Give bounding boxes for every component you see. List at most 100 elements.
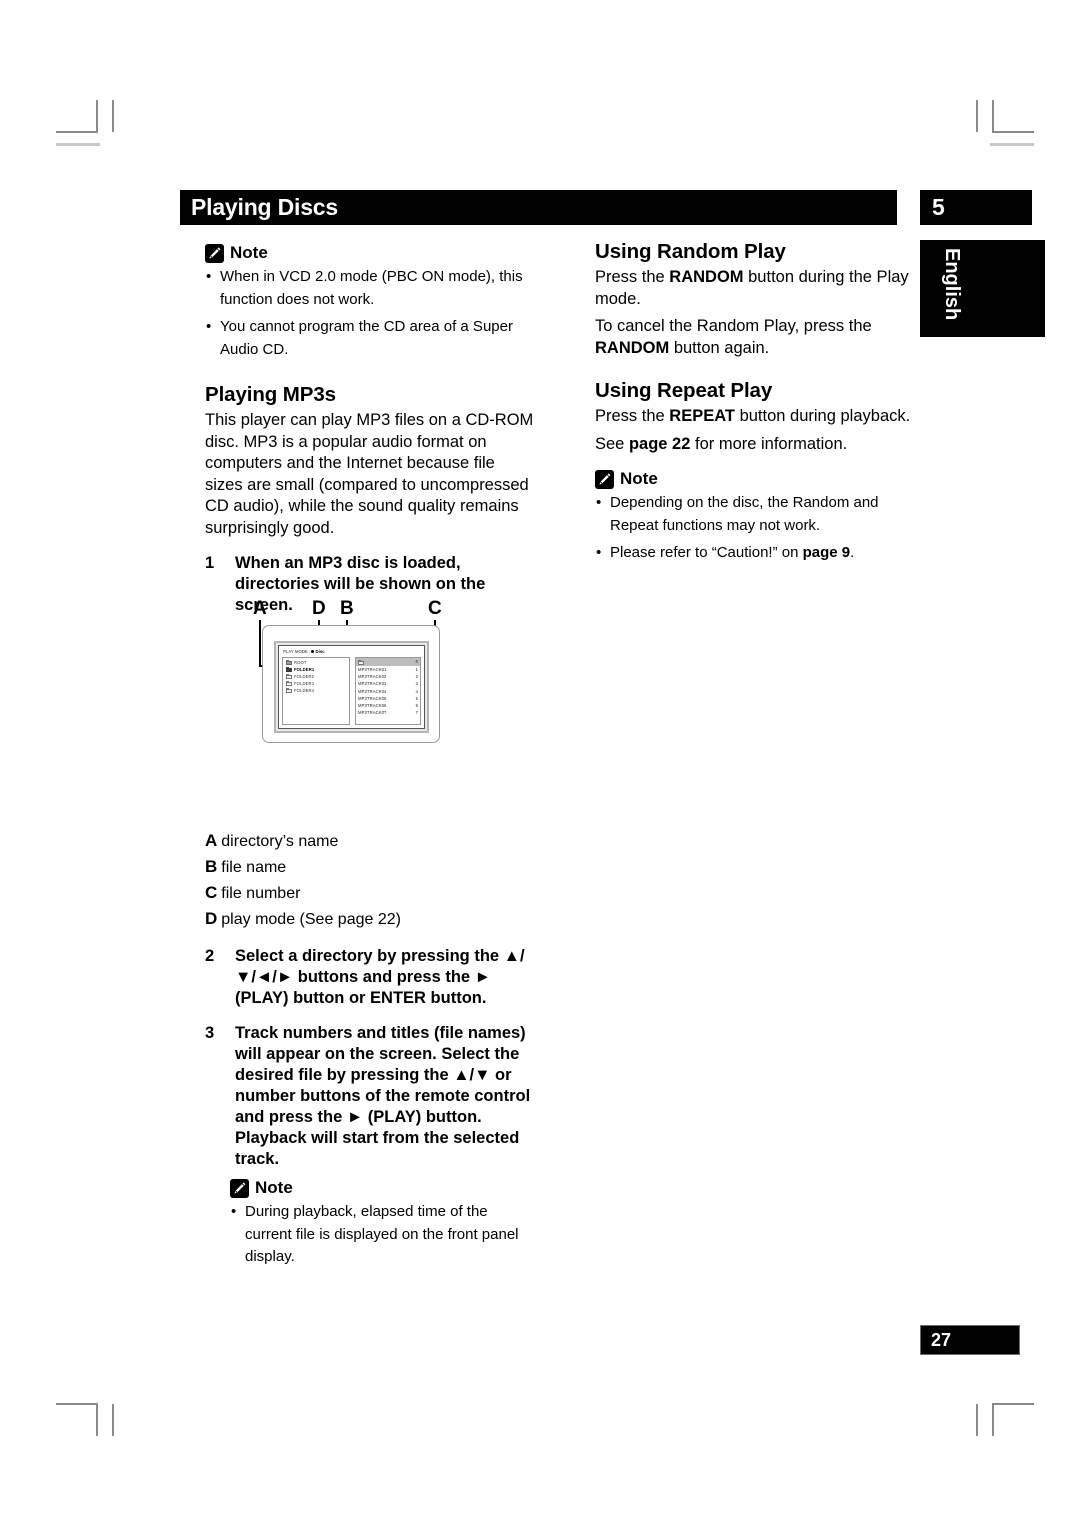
file-pane[interactable]: 0 MP3TRACK01 1 MP3TRACK02 2 MP3TRACK03 3	[355, 657, 421, 725]
legend-item-b: Bfile name	[205, 854, 535, 880]
legend-item-a: Adirectory’s name	[205, 828, 535, 854]
note-item: Depending on the disc, the Random and Re…	[595, 492, 925, 537]
step-number: 1	[205, 554, 215, 572]
page-reference: page 22	[628, 434, 691, 453]
legend-text: directory’s name	[221, 833, 339, 850]
directory-pane[interactable]: ROOT FOLDER1 FOLDER2 FOLDER3 FOLDER4	[282, 657, 350, 725]
legend-text: file name	[221, 859, 287, 876]
directory-name: FOLDER3	[294, 680, 315, 686]
pencil-icon	[205, 243, 224, 263]
right-column: Using Random Play Press the RANDOM butto…	[595, 240, 925, 570]
section-heading-playing-mp3s: Playing MP3s	[205, 383, 336, 406]
step-number: 3	[205, 1024, 215, 1042]
file-number: 2	[415, 673, 418, 679]
repeat-paragraph-1: Press the REPEAT button during playback.	[595, 406, 925, 428]
crop-mark-bottom-right	[968, 1392, 1048, 1472]
file-number: 6	[415, 703, 418, 709]
file-number: 3	[415, 681, 418, 687]
file-name: MP3TRACK05	[358, 695, 387, 701]
folder-gray-icon	[286, 660, 292, 665]
text-fragment: Press the	[595, 268, 670, 286]
directory-name: ROOT	[294, 659, 307, 665]
language-tab-label: English	[941, 248, 963, 321]
callout-letter-b: B	[340, 598, 354, 619]
random-button-name: RANDOM	[595, 338, 670, 357]
play-mode-label: PLAY MODE :	[283, 649, 311, 654]
callout-letter-a: A	[253, 598, 267, 619]
note-list-right: Depending on the disc, the Random and Re…	[595, 492, 925, 565]
text-fragment: button again.	[669, 338, 770, 357]
note-label: Note	[620, 469, 658, 488]
file-row[interactable]: MP3TRACK02 2	[356, 673, 420, 680]
page-number-badge: 27	[920, 1325, 1020, 1355]
play-mode-row: PLAY MODE : Disc	[283, 649, 325, 655]
file-row[interactable]: MP3TRACK04 4	[356, 688, 420, 695]
note-header-bottom: Note	[230, 1178, 535, 1198]
file-row[interactable]: MP3TRACK03 3	[356, 681, 420, 688]
directory-row[interactable]: ROOT	[284, 659, 349, 666]
legend-letter: A	[205, 831, 218, 850]
file-row[interactable]: MP3TRACK06 6	[356, 702, 420, 709]
legend-text: play mode (See page 22)	[221, 911, 401, 928]
note-header-right: Note	[595, 469, 925, 489]
random-paragraph-1: Press the RANDOM button during the Play …	[595, 267, 925, 310]
text-fragment: See	[595, 434, 629, 453]
text-fragment: .	[850, 544, 855, 561]
mp3-intro-paragraph: This player can play MP3 files on a CD-R…	[205, 411, 534, 537]
step-number: 2	[205, 947, 215, 965]
note-header-top: Note	[205, 243, 535, 263]
file-number: 5	[415, 695, 418, 701]
file-number: 4	[415, 688, 418, 694]
leader-line-a	[259, 620, 261, 666]
chapter-title-bar: Playing Discs	[180, 190, 897, 225]
file-number: 7	[415, 710, 418, 716]
note-item: Please refer to “Caution!” on page 9.	[595, 542, 925, 565]
text-fragment: for more information.	[690, 434, 848, 453]
pencil-icon	[595, 469, 614, 489]
file-row[interactable]: MP3TRACK07 7	[356, 710, 420, 717]
file-row[interactable]: MP3TRACK05 5	[356, 695, 420, 702]
page-reference: page 9	[802, 544, 851, 561]
legend-letter: D	[205, 909, 218, 928]
repeat-button-name: REPEAT	[669, 407, 735, 425]
legend-item-d: Dplay mode (See page 22)	[205, 906, 535, 932]
note-list-bottom: During playback, elapsed time of the cur…	[230, 1201, 535, 1269]
step-3: 3 Track numbers and titles (file names) …	[205, 1023, 535, 1170]
file-number: 1	[415, 666, 418, 672]
directory-row[interactable]: FOLDER2	[284, 673, 349, 680]
text-fragment: Press the	[595, 407, 670, 425]
directory-name: FOLDER4	[294, 687, 315, 693]
note-item: During playback, elapsed time of the cur…	[230, 1201, 535, 1269]
folder-icon	[286, 681, 292, 686]
file-number: 0	[415, 659, 418, 664]
crop-mark-top-left	[52, 100, 132, 180]
tv-bezel: PLAY MODE : Disc ROOT FOLDER1 FOLDER2 FO…	[274, 641, 429, 733]
chapter-number-badge: 5	[920, 190, 1032, 225]
text-fragment: To cancel the Random Play, press the	[595, 317, 872, 335]
section-heading-repeat-play: Using Repeat Play	[595, 379, 773, 402]
note-item: When in VCD 2.0 mode (PBC ON mode), this…	[205, 266, 535, 311]
directory-row[interactable]: FOLDER3	[284, 680, 349, 687]
file-name: MP3TRACK07	[358, 710, 387, 716]
folder-dark-icon	[286, 667, 292, 672]
repeat-paragraph-2: See page 22 for more information.	[595, 434, 925, 456]
file-row[interactable]: MP3TRACK01 1	[356, 666, 420, 673]
page-number: 27	[931, 1330, 952, 1350]
osd-screen: PLAY MODE : Disc ROOT FOLDER1 FOLDER2 FO…	[278, 645, 425, 729]
note-list-top: When in VCD 2.0 mode (PBC ON mode), this…	[205, 266, 535, 361]
directory-name: FOLDER2	[294, 673, 315, 679]
file-name: MP3TRACK01	[358, 666, 387, 672]
text-fragment: button during playback.	[735, 407, 911, 425]
callout-letter-c: C	[428, 598, 442, 619]
random-paragraph-2: To cancel the Random Play, press the RAN…	[595, 316, 925, 359]
directory-row-selected[interactable]: FOLDER1	[284, 666, 349, 673]
play-mode-value: Disc	[315, 649, 325, 654]
directory-row[interactable]: FOLDER4	[284, 687, 349, 694]
note-label: Note	[255, 1178, 293, 1197]
folder-icon	[286, 674, 292, 679]
file-name: MP3TRACK06	[358, 703, 387, 709]
file-name: MP3TRACK03	[358, 681, 387, 687]
pencil-icon	[230, 1178, 249, 1198]
folder-icon	[358, 659, 364, 665]
section-heading-random-play: Using Random Play	[595, 240, 786, 263]
